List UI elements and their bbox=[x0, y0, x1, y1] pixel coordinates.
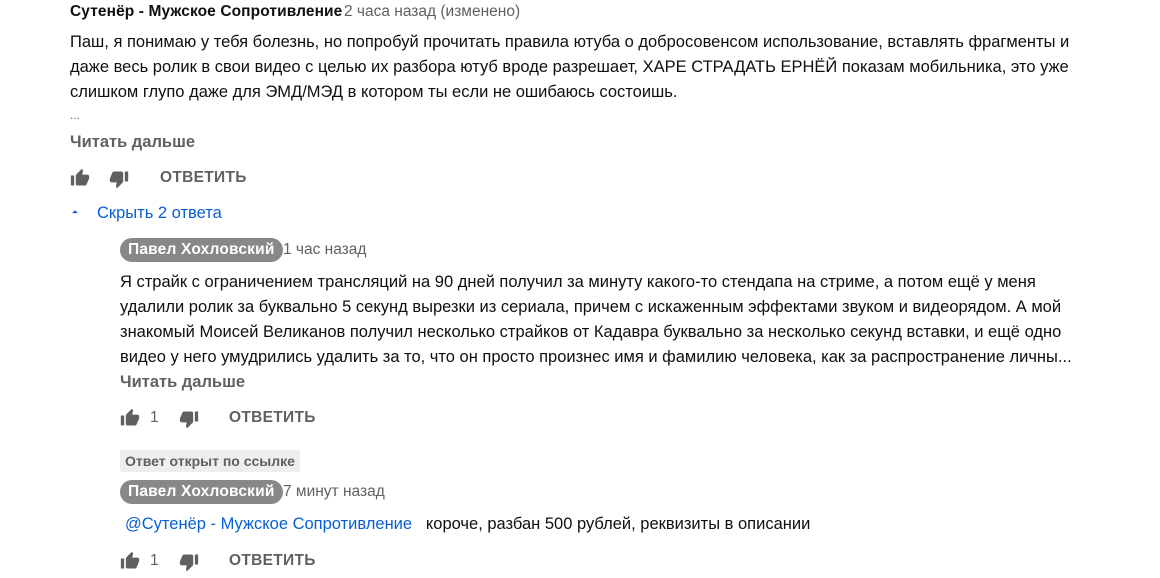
comment-line: даже весь ролик в свои видео с целью их … bbox=[70, 58, 1069, 76]
reply-line: знакомый Моисей Великанов получил нескол… bbox=[120, 323, 1062, 341]
reply-message: короче, разбан 500 рублей, реквизиты в о… bbox=[425, 515, 811, 533]
reply-author-pill[interactable]: Павел Хохловский bbox=[120, 480, 283, 504]
reply-timestamp[interactable]: 7 минут назад bbox=[283, 483, 385, 501]
comment-ellipsis: ... bbox=[70, 108, 81, 122]
hide-replies-button[interactable]: Скрыть 2 ответа bbox=[97, 204, 222, 223]
read-more-button[interactable]: Читать дальше bbox=[70, 133, 195, 152]
thumbs-down-icon[interactable] bbox=[179, 409, 199, 434]
thumbs-up-icon[interactable] bbox=[70, 168, 90, 193]
reply-text: Я страйк с ограничением трансляций на 90… bbox=[120, 270, 1160, 370]
mention-link[interactable]: @Сутенёр - Мужское Сопротивление bbox=[125, 515, 412, 533]
thumbs-down-icon[interactable] bbox=[109, 169, 129, 194]
linked-reply-badge: Ответ открыт по ссылке bbox=[120, 450, 300, 472]
reply-button[interactable]: ОТВЕТИТЬ bbox=[229, 409, 316, 427]
reply-line: видео у него умудрились удалить за то, ч… bbox=[120, 348, 1072, 366]
read-more-button[interactable]: Читать дальше bbox=[120, 373, 245, 392]
reply-line: удалили ролик за буквально 5 секунд выре… bbox=[120, 298, 1062, 316]
thumbs-down-icon[interactable] bbox=[179, 552, 199, 577]
reply-line: Я страйк с ограничением трансляций на 90… bbox=[120, 273, 1036, 291]
reply-author-pill[interactable]: Павел Хохловский bbox=[120, 238, 283, 262]
comment-timestamp[interactable]: 2 часа назад (изменено) bbox=[344, 3, 520, 21]
thumbs-up-icon[interactable] bbox=[120, 408, 140, 433]
comment-author[interactable]: Сутенёр - Мужское Сопротивление bbox=[70, 3, 342, 21]
reply-button[interactable]: ОТВЕТИТЬ bbox=[229, 552, 316, 570]
comment-text: Паш, я понимаю у тебя болезнь, но попроб… bbox=[70, 30, 1160, 105]
thumbs-up-icon[interactable] bbox=[120, 551, 140, 576]
like-count: 1 bbox=[150, 409, 159, 426]
reply-text: @Сутенёр - Мужское Сопротивление короче,… bbox=[125, 512, 1155, 537]
reply-timestamp[interactable]: 1 час назад bbox=[283, 241, 366, 259]
comment-line: Паш, я понимаю у тебя болезнь, но попроб… bbox=[70, 33, 1070, 51]
like-count: 1 bbox=[150, 552, 159, 569]
comment-line: слишком глупо даже для ЭМД/МЭД в котором… bbox=[70, 83, 678, 101]
reply-button[interactable]: ОТВЕТИТЬ bbox=[160, 169, 247, 187]
chevron-up-icon[interactable] bbox=[68, 205, 82, 224]
